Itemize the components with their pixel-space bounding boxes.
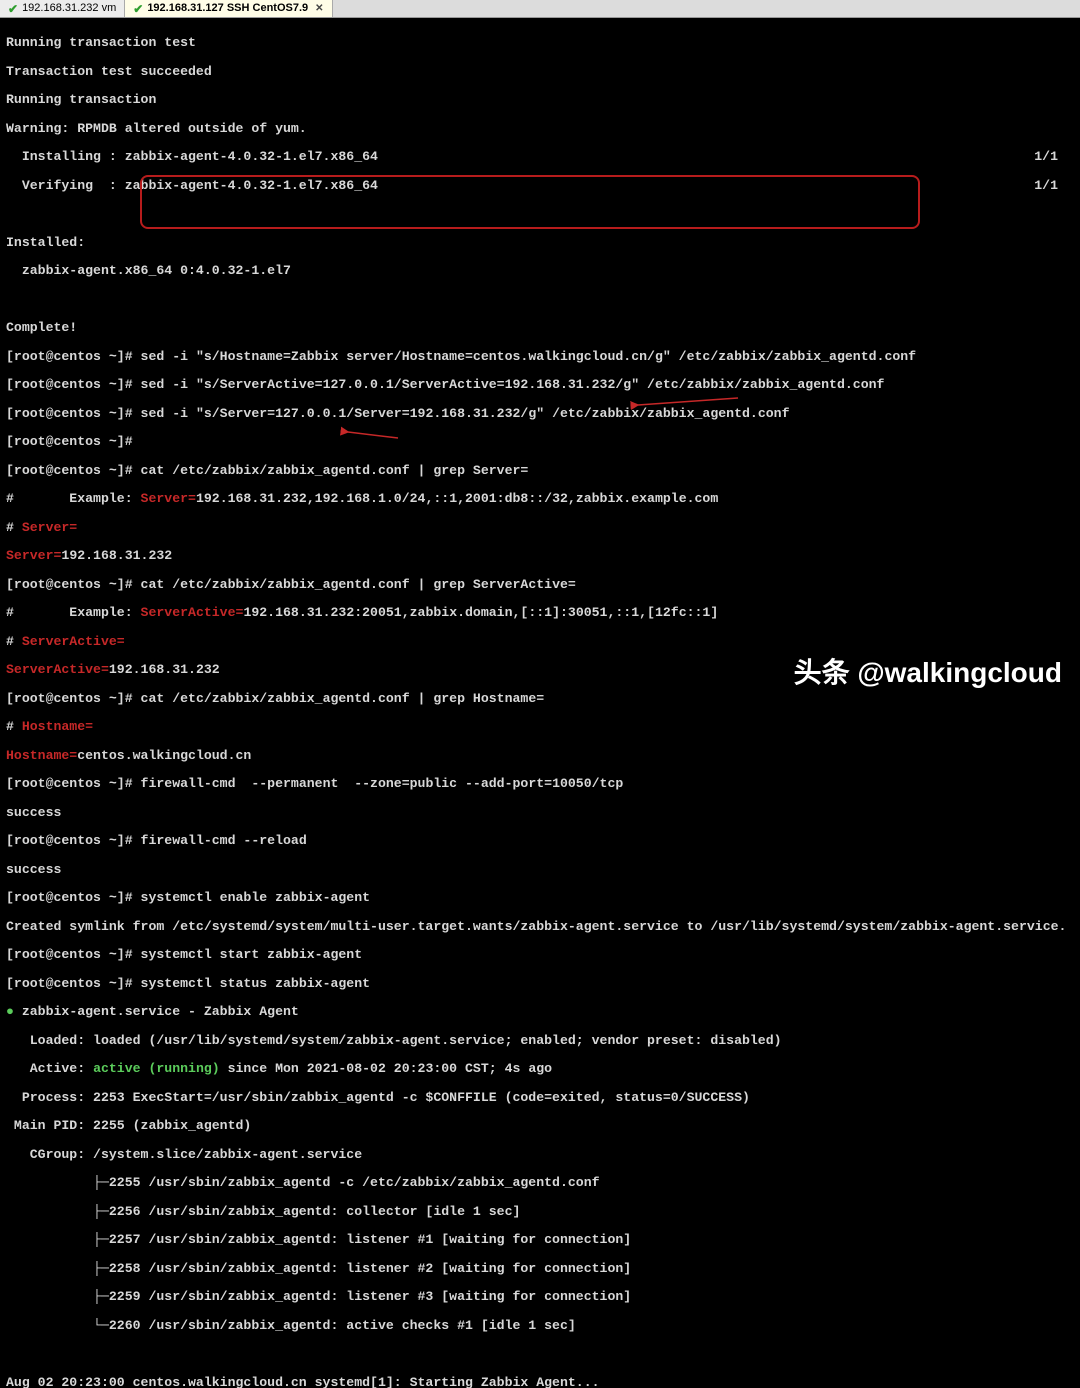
line: success (6, 863, 1074, 877)
line: ● zabbix-agent.service - Zabbix Agent (6, 1005, 1074, 1019)
line: ├─2255 /usr/sbin/zabbix_agentd -c /etc/z… (6, 1176, 1074, 1190)
line: zabbix-agent.x86_64 0:4.0.32-1.el7 (6, 264, 1074, 278)
blank-line (6, 1347, 1074, 1361)
line: [root@centos ~]# sed -i "s/ServerActive=… (6, 378, 1074, 392)
line: Verifying : zabbix-agent-4.0.32-1.el7.x8… (6, 179, 1074, 193)
line: Process: 2253 ExecStart=/usr/sbin/zabbix… (6, 1091, 1074, 1105)
line: Complete! (6, 321, 1074, 335)
line: [root@centos ~]# systemctl status zabbix… (6, 977, 1074, 991)
line: [root@centos ~]# cat /etc/zabbix/zabbix_… (6, 464, 1074, 478)
line: [root@centos ~]# firewall-cmd --reload (6, 834, 1074, 848)
line: Running transaction (6, 93, 1074, 107)
line: # Example: ServerActive=192.168.31.232:2… (6, 606, 1074, 620)
line: [root@centos ~]# sed -i "s/Hostname=Zabb… (6, 350, 1074, 364)
line: Hostname=centos.walkingcloud.cn (6, 749, 1074, 763)
line: ├─2258 /usr/sbin/zabbix_agentd: listener… (6, 1262, 1074, 1276)
line: # ServerActive= (6, 635, 1074, 649)
line: # Example: Server=192.168.31.232,192.168… (6, 492, 1074, 506)
blank-line (6, 207, 1074, 221)
line: ├─2259 /usr/sbin/zabbix_agentd: listener… (6, 1290, 1074, 1304)
tab-bar: ✔ 192.168.31.232 vm ✔ 192.168.31.127 SSH… (0, 0, 1080, 18)
watermark: 头条 @walkingcloud (794, 658, 1062, 688)
tab-label: 192.168.31.232 vm (22, 3, 116, 15)
line: Main PID: 2255 (zabbix_agentd) (6, 1119, 1074, 1133)
line: Created symlink from /etc/systemd/system… (6, 920, 1074, 934)
line: # Server= (6, 521, 1074, 535)
line: ├─2256 /usr/sbin/zabbix_agentd: collecto… (6, 1205, 1074, 1219)
close-icon[interactable]: ✕ (315, 4, 323, 15)
line: [root@centos ~]# systemctl start zabbix-… (6, 948, 1074, 962)
tab-label: 192.168.31.127 SSH CentOS7.9 (147, 3, 308, 15)
blank-line (6, 293, 1074, 307)
line: Installed: (6, 236, 1074, 250)
line: [root@centos ~]# sed -i "s/Server=127.0.… (6, 407, 1074, 421)
terminal[interactable]: Running transaction test Transaction tes… (0, 18, 1080, 1388)
line: Warning: RPMDB altered outside of yum. (6, 122, 1074, 136)
line: Server=192.168.31.232 (6, 549, 1074, 563)
line: [root@centos ~]# (6, 435, 1074, 449)
line: Running transaction test (6, 36, 1074, 50)
line: success (6, 806, 1074, 820)
line: [root@centos ~]# systemctl enable zabbix… (6, 891, 1074, 905)
line: [root@centos ~]# firewall-cmd --permanen… (6, 777, 1074, 791)
line: [root@centos ~]# cat /etc/zabbix/zabbix_… (6, 578, 1074, 592)
line: Installing : zabbix-agent-4.0.32-1.el7.x… (6, 150, 1074, 164)
line: Transaction test succeeded (6, 65, 1074, 79)
tab-vm[interactable]: ✔ 192.168.31.232 vm (0, 0, 125, 17)
line: # Hostname= (6, 720, 1074, 734)
tab-ssh-active[interactable]: ✔ 192.168.31.127 SSH CentOS7.9 ✕ (125, 0, 332, 17)
line: CGroup: /system.slice/zabbix-agent.servi… (6, 1148, 1074, 1162)
check-icon: ✔ (133, 3, 143, 16)
check-icon: ✔ (8, 3, 18, 16)
line: Active: active (running) since Mon 2021-… (6, 1062, 1074, 1076)
line: Aug 02 20:23:00 centos.walkingcloud.cn s… (6, 1376, 1074, 1388)
line: └─2260 /usr/sbin/zabbix_agentd: active c… (6, 1319, 1074, 1333)
line: ├─2257 /usr/sbin/zabbix_agentd: listener… (6, 1233, 1074, 1247)
line: Loaded: loaded (/usr/lib/systemd/system/… (6, 1034, 1074, 1048)
